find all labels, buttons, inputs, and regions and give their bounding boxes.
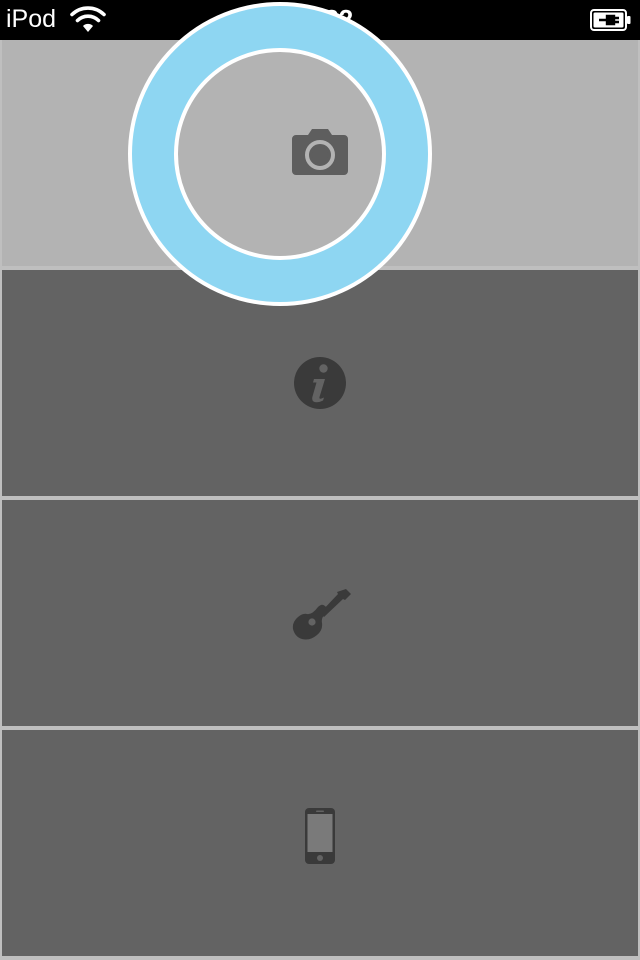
status-time: 13:22	[286, 4, 354, 34]
menu-item-iphone[interactable]	[2, 730, 638, 956]
info-icon	[294, 357, 346, 409]
guitar-icon	[292, 589, 351, 640]
screen: iPod 13:22	[0, 0, 640, 960]
menu-item-info[interactable]	[2, 270, 638, 496]
menu-list	[0, 40, 640, 960]
battery-charging-icon	[590, 9, 631, 31]
iphone-icon	[305, 808, 335, 864]
status-bar: iPod 13:22	[0, 0, 640, 40]
camera-icon	[292, 129, 348, 175]
menu-item-camera[interactable]	[2, 40, 638, 266]
menu-item-guitar[interactable]	[2, 500, 638, 726]
